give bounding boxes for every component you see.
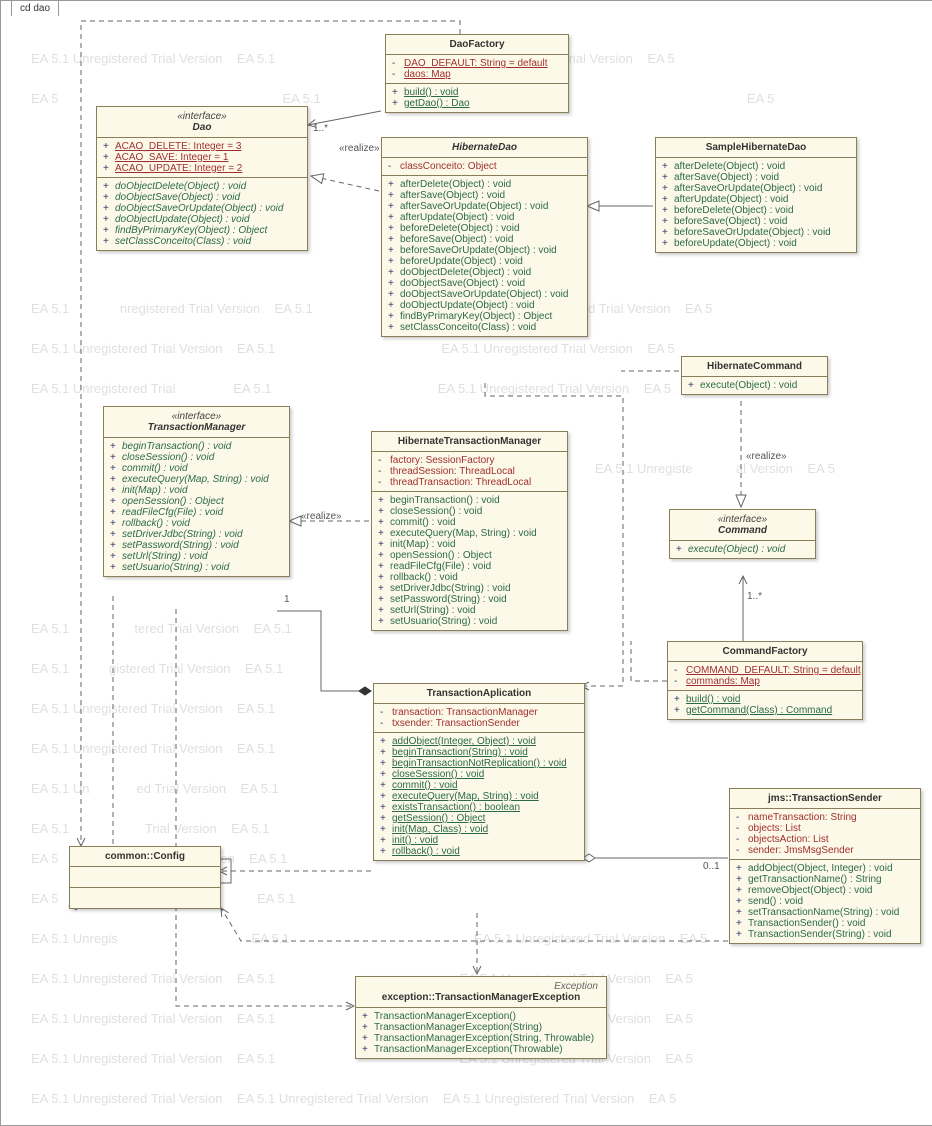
- watermark: EA 5.1 Unregistered Trial Version EA 5.1…: [31, 51, 675, 66]
- realize-label: «realize»: [339, 143, 380, 154]
- class-name: DaoFactory: [449, 39, 504, 50]
- class-hibernate-command: HibernateCommand +execute(Object) : void: [681, 356, 828, 395]
- watermark: EA 5.1 Unregistered Trial Version EA 5.1: [31, 741, 275, 756]
- watermark: EA 5.1 Unregis EA 5.1 EA 5.1 Unregistere…: [31, 931, 707, 946]
- class-config: common::Config: [69, 846, 221, 909]
- mult-label: 1..*: [313, 123, 328, 134]
- watermark: EA 5.1 Unregistered Trial Version EA 5.1…: [31, 341, 675, 356]
- class-transaction-sender: jms::TransactionSender -nameTransaction:…: [729, 788, 921, 944]
- class-hibernate-transaction-manager: HibernateTransactionManager -factory: Se…: [371, 431, 568, 631]
- mult-label: 1: [284, 594, 290, 605]
- diagram-tab: cd dao: [11, 0, 59, 16]
- class-transaction-manager-exception: Exceptionexception::TransactionManagerEx…: [355, 976, 607, 1059]
- class-sample-hibernate-dao: SampleHibernateDao +afterDelete(Object) …: [655, 137, 857, 253]
- uml-diagram: cd dao EA 5.1 Unregistered Trial Version…: [0, 0, 932, 1126]
- watermark: EA 5.1 Unregiste al Version EA 5: [595, 461, 835, 476]
- realize-label: «realize»: [746, 451, 787, 462]
- class-hibernate-dao: HibernateDao -classConceito: Object +aft…: [381, 137, 588, 337]
- watermark: EA 5.1 Unregistered Trial Version EA 5.1…: [31, 1091, 676, 1106]
- class-dao-factory: DaoFactory -DAO_DEFAULT: String = defaul…: [385, 34, 569, 113]
- mult-label: 0..1: [703, 861, 720, 872]
- class-command: «interface»Command +execute(Object) : vo…: [669, 509, 816, 559]
- watermark: EA 5.1 nregistered Trial Version EA 5.1 …: [31, 301, 712, 316]
- watermark: EA 5.1 Unregistered Trial EA 5.1 EA 5.1 …: [31, 381, 671, 396]
- class-dao: «interface»Dao +ACAO_DELETE: Integer = 3…: [96, 106, 308, 251]
- watermark: EA 5.1 Trial Version EA 5.1: [31, 821, 269, 836]
- class-command-factory: CommandFactory -COMMAND_DEFAULT: String …: [667, 641, 863, 720]
- realize-label: «realize»: [301, 511, 342, 522]
- class-transaction-manager: «interface»TransactionManager +beginTran…: [103, 406, 290, 577]
- mult-label: 1..*: [747, 591, 762, 602]
- watermark: EA 5.1 gistered Trial Version EA 5.1: [31, 661, 283, 676]
- watermark: EA 5.1 Un ed Trial Version EA 5.1: [31, 781, 279, 796]
- class-transaction-aplication: TransactionAplication -transaction: Tran…: [373, 683, 585, 861]
- watermark: EA 5.1 tered Trial Version EA 5.1: [31, 621, 292, 636]
- watermark: EA 5.1 Unregistered Trial Version EA 5.1: [31, 701, 275, 716]
